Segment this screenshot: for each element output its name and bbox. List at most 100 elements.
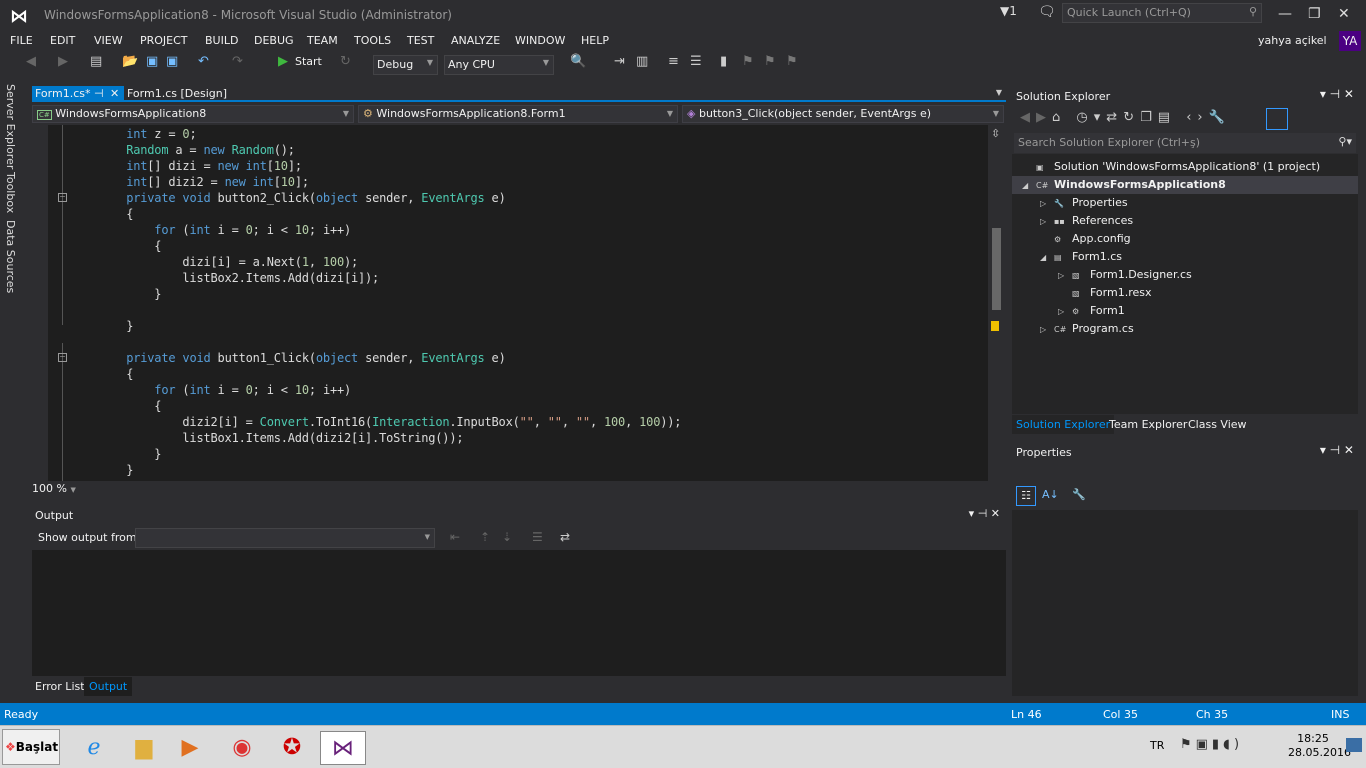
tree-item[interactable]: ◢ C# WindowsFormsApplication8 — [1012, 176, 1358, 194]
property-pages-icon[interactable]: 🔧 — [1072, 488, 1086, 501]
tree-item[interactable]: ▷ 🔧 Properties — [1040, 194, 1128, 212]
open-file-icon[interactable]: 📂 — [122, 54, 138, 69]
output-source-select[interactable]: ▼ — [135, 528, 435, 548]
expander-icon[interactable]: ▷ — [1058, 267, 1072, 285]
redo-icon[interactable]: ↷ — [232, 54, 243, 69]
clear-all-icon[interactable]: ☰ — [532, 530, 543, 544]
tree-item[interactable]: ▣ Solution 'WindowsFormsApplication8' (1 … — [1022, 158, 1320, 176]
code-editor[interactable]: − − int z = 0; Random a = new Random(); … — [32, 125, 988, 481]
expander-icon[interactable]: ◢ — [1022, 177, 1036, 195]
panel-controls[interactable]: ▾ ⊣ ✕ — [969, 507, 1000, 520]
solution-explorer-toolbar[interactable]: ◀▶⌂ ◷▾⇄↻❐▤ ‹›🔧 — [1020, 110, 1231, 125]
find-in-files-icon[interactable]: 🔍 — [570, 54, 586, 69]
menu-edit[interactable]: EDIT — [50, 34, 75, 47]
menu-analyze[interactable]: ANALYZE — [451, 34, 500, 47]
split-icon[interactable]: ⇳ — [991, 127, 1000, 140]
file-explorer-icon[interactable]: ▆ — [124, 731, 164, 765]
toolbox-tab[interactable]: Toolbox — [4, 172, 17, 213]
tab-error-list[interactable]: Error List — [35, 680, 85, 693]
find-message-icon[interactable]: ⇤ — [450, 530, 460, 544]
quick-launch-input[interactable]: Quick Launch (Ctrl+Q) ⚲ — [1062, 3, 1262, 23]
menu-tools[interactable]: TOOLS — [354, 34, 391, 47]
minimize-button[interactable]: — — [1278, 6, 1292, 22]
menu-help[interactable]: HELP — [581, 34, 609, 47]
start-icon[interactable]: ▶ — [278, 54, 288, 69]
user-name[interactable]: yahya açikel — [1258, 34, 1327, 47]
menu-build[interactable]: BUILD — [205, 34, 238, 47]
indent-icon[interactable]: ☰ — [690, 54, 702, 69]
step-icon[interactable]: ⇥ — [614, 54, 625, 69]
layout-icon[interactable]: ▥ — [636, 54, 648, 69]
tree-item[interactable]: ▷ C# Program.cs — [1040, 320, 1134, 338]
expander-icon[interactable]: ▷ — [1058, 303, 1072, 321]
tree-item[interactable]: ◢ ▤ Form1.cs — [1040, 248, 1122, 266]
close-tab-icon[interactable]: ✕ — [110, 87, 119, 100]
word-wrap-icon[interactable]: ⇄ — [560, 530, 570, 544]
back-icon[interactable]: ◀ — [26, 54, 36, 69]
alphabetical-icon[interactable]: A↓ — [1042, 488, 1059, 501]
menu-file[interactable]: FILE — [10, 34, 33, 47]
next-bookmark-icon[interactable]: ⚑ — [764, 54, 776, 69]
menu-window[interactable]: WINDOW — [515, 34, 565, 47]
start-button[interactable]: ❖Başlat — [2, 729, 60, 765]
expander-icon[interactable]: ▷ — [1040, 195, 1054, 213]
platform-select[interactable]: Any CPU ▼ — [444, 55, 554, 75]
tree-item[interactable]: ▷ ▧ Form1.Designer.cs — [1058, 266, 1192, 284]
menu-team[interactable]: TEAM — [307, 34, 338, 47]
chrome-icon[interactable]: ◉ — [222, 731, 262, 765]
server-explorer-tab[interactable]: Server Explorer — [4, 84, 17, 169]
expander-icon[interactable]: ▷ — [1040, 213, 1054, 231]
next-message-icon[interactable]: ⇣ — [502, 530, 512, 544]
member-dropdown[interactable]: ◈ button3_Click(object sender, EventArgs… — [682, 105, 1004, 123]
language-indicator[interactable]: TR — [1150, 739, 1164, 752]
tab-team-explorer[interactable]: Team Explorer — [1109, 418, 1187, 431]
class-dropdown[interactable]: ⚙ WindowsFormsApplication8.Form1 ▼ — [358, 105, 678, 123]
notification-flag-icon[interactable]: ▼1 — [1000, 4, 1017, 18]
expander-icon[interactable]: ◢ — [1040, 249, 1054, 267]
zoom-select[interactable]: 100 % ▼ — [32, 482, 92, 496]
scrollbar-thumb[interactable] — [992, 228, 1001, 310]
panel-controls[interactable]: ▾ ⊣ ✕ — [1320, 443, 1354, 457]
clock[interactable]: 18:25 28.05.2016 — [1288, 732, 1351, 760]
collapse-icon[interactable]: − — [58, 353, 67, 362]
configuration-select[interactable]: Debug ▼ — [373, 55, 438, 75]
data-sources-tab[interactable]: Data Sources — [4, 220, 17, 293]
restore-button[interactable]: ❐ — [1308, 6, 1321, 22]
editor-horizontal-scrollbar[interactable] — [96, 481, 988, 497]
forward-icon[interactable]: ▶ — [58, 54, 68, 69]
internet-explorer-icon[interactable]: ℯ — [74, 731, 114, 765]
save-icon[interactable]: ▣ — [146, 54, 158, 69]
tree-item[interactable]: ⚙ App.config — [1040, 230, 1131, 248]
code-text[interactable]: int z = 0; Random a = new Random(); int[… — [70, 126, 681, 478]
categorized-icon[interactable]: ☷ — [1016, 486, 1036, 506]
tree-item[interactable]: ▷ ⚙ Form1 — [1058, 302, 1125, 320]
tray-icons[interactable]: ⚑▣▮◖) — [1180, 737, 1243, 752]
tree-item[interactable]: ▧ Form1.resx — [1058, 284, 1152, 302]
avatar[interactable]: YA — [1339, 31, 1361, 51]
expander-icon[interactable]: ▷ — [1040, 321, 1054, 339]
solution-search-input[interactable]: Search Solution Explorer (Ctrl+ş) ⚲▾ — [1014, 133, 1356, 153]
tab-overflow-icon[interactable]: ▼ — [996, 88, 1002, 97]
tab-solution-explorer[interactable]: Solution Explorer — [1012, 415, 1115, 434]
save-all-icon[interactable]: ▣ — [166, 54, 178, 69]
output-text[interactable] — [32, 550, 1006, 676]
panel-controls[interactable]: ▾ ⊣ ✕ — [1320, 87, 1354, 101]
collapse-icon[interactable]: − — [58, 193, 67, 202]
menu-project[interactable]: PROJECT — [140, 34, 188, 47]
new-project-icon[interactable]: ▤ — [90, 54, 102, 69]
start-button[interactable]: Start — [295, 55, 322, 68]
tab-class-view[interactable]: Class View — [1188, 418, 1247, 431]
clear-bookmarks-icon[interactable]: ⚑ — [786, 54, 798, 69]
pin-icon[interactable]: ⊣ — [94, 87, 104, 100]
tab-form1-design[interactable]: Form1.cs [Design] — [124, 86, 230, 102]
app-icon[interactable]: ✪ — [272, 731, 312, 765]
menu-test[interactable]: TEST — [407, 34, 434, 47]
bookmark-icon[interactable]: ▮ — [720, 54, 727, 69]
feedback-icon[interactable]: 🗨 — [1038, 4, 1056, 20]
show-desktop-icon[interactable] — [1346, 738, 1362, 752]
close-button[interactable]: ✕ — [1338, 6, 1350, 22]
format-icon[interactable]: ≡ — [668, 54, 679, 69]
prev-bookmark-icon[interactable]: ⚑ — [742, 54, 754, 69]
undo-icon[interactable]: ↶ — [198, 54, 209, 69]
tab-form1-cs[interactable]: Form1.cs* ⊣ ✕ — [32, 86, 124, 102]
